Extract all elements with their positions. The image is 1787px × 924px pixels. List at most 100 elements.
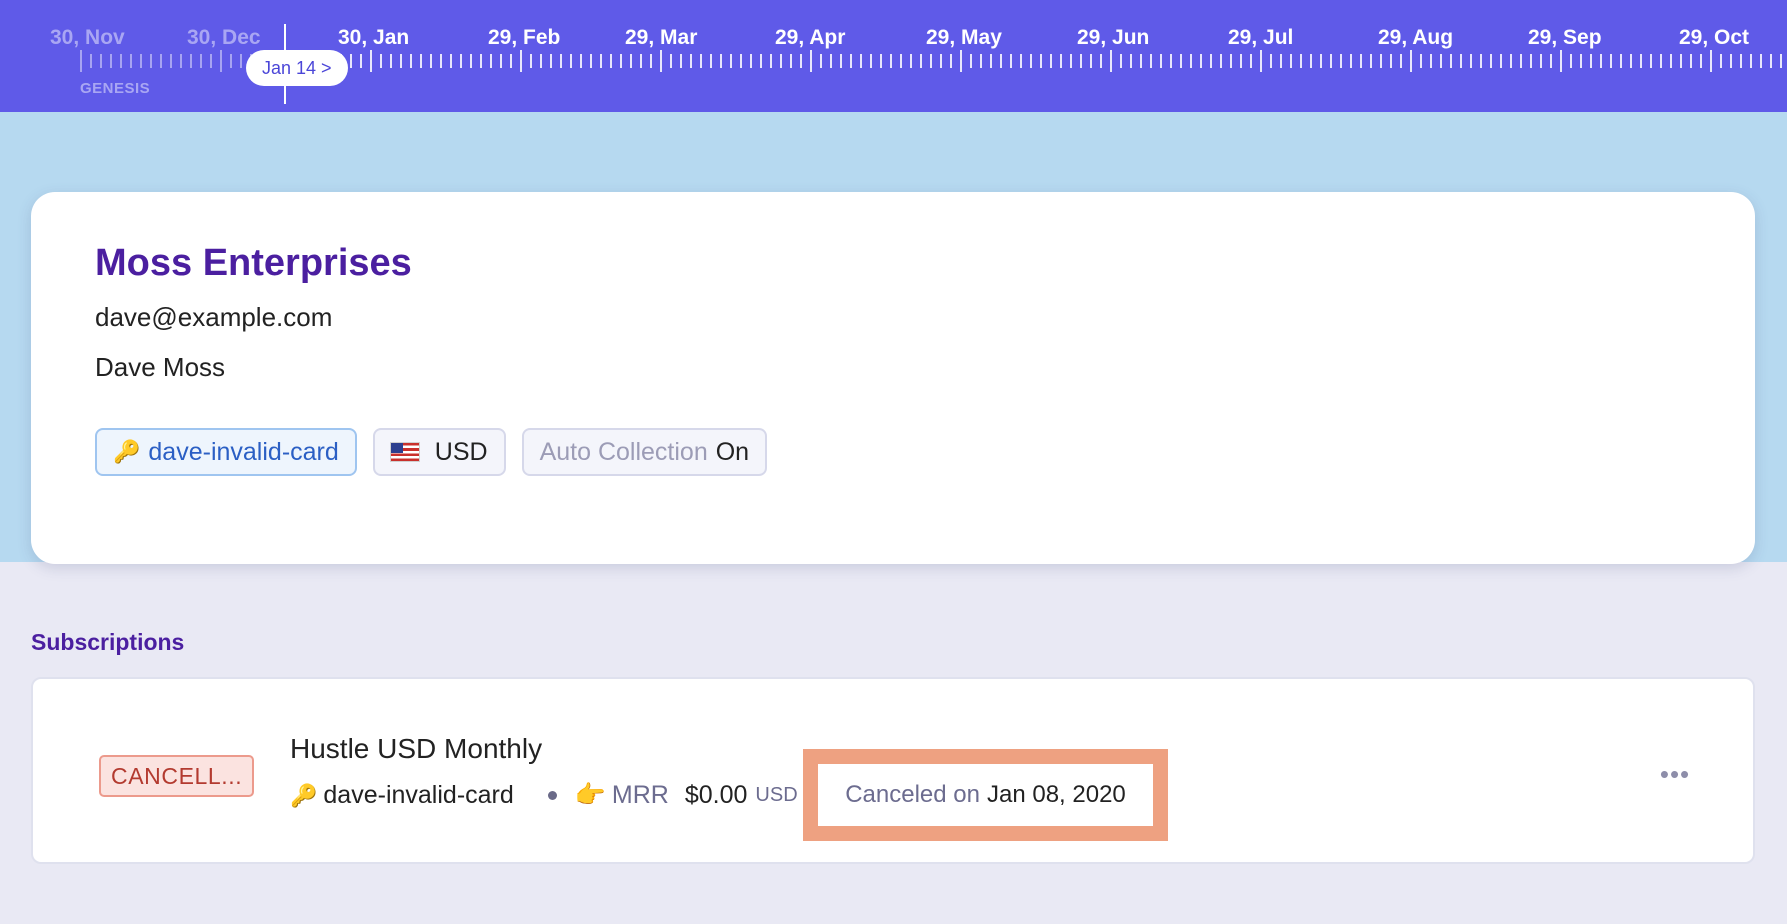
timeline-label: 29, Apr [775, 26, 846, 49]
timeline-label: 29, Sep [1528, 26, 1602, 49]
timeline-tick [1030, 54, 1032, 68]
timeline-tick [420, 54, 422, 68]
timeline-tick [1350, 54, 1352, 68]
timeline-tick [410, 54, 412, 68]
timeline-tick [150, 54, 152, 68]
timeline-tick [1740, 54, 1742, 68]
timeline-tick [700, 54, 702, 68]
timeline-tick [1340, 54, 1342, 68]
timeline-tick [1460, 54, 1462, 68]
timeline-tick [1170, 54, 1172, 68]
timeline-tick [1260, 50, 1262, 72]
timeline-tick [940, 54, 942, 68]
timeline-label: 29, Feb [488, 26, 561, 49]
timeline-tick [1590, 54, 1592, 68]
customer-key-badge[interactable]: 🔑 dave-invalid-card [95, 428, 357, 476]
timeline-tick [650, 54, 652, 68]
status-badge: CANCELL... [99, 755, 255, 797]
timeline-tick [1390, 54, 1392, 68]
timeline-tick [1190, 54, 1192, 68]
auto-collection-value: On [715, 437, 750, 466]
timeline-tick [1430, 54, 1432, 68]
subscriptions-heading: Subscriptions [31, 629, 185, 655]
timeline-tick [1470, 54, 1472, 68]
timeline-tick [820, 54, 822, 68]
timeline-tick [90, 54, 92, 68]
timeline-tick [640, 54, 642, 68]
timeline-tick [1000, 54, 1002, 68]
key-icon: 🔑 [290, 782, 318, 808]
timeline-tick [1240, 54, 1242, 68]
timeline-tick [830, 54, 832, 68]
current-date-pill[interactable]: Jan 14 > [246, 50, 348, 86]
timeline-tick [450, 54, 452, 68]
timeline-tick [880, 54, 882, 68]
timeline-tick [400, 54, 402, 68]
timeline-tick [1180, 54, 1182, 68]
timeline-tick [120, 54, 122, 68]
timeline-tick [1120, 54, 1122, 68]
timeline-tick [800, 54, 802, 68]
timeline-tick [240, 54, 242, 68]
timeline-tick [970, 54, 972, 68]
timeline-tick [1270, 54, 1272, 68]
timeline-tick [910, 54, 912, 68]
timeline-tick [220, 50, 222, 72]
timeline-tick [590, 54, 592, 68]
timeline-tick [1090, 54, 1092, 68]
timeline-tick [1080, 54, 1082, 68]
timeline-tick [580, 54, 582, 68]
us-flag-icon [390, 443, 419, 461]
timeline-tick [190, 54, 192, 68]
timeline-tick [1330, 54, 1332, 68]
customer-email: dave@example.com [95, 302, 333, 332]
currency-label: USD [434, 437, 488, 466]
timeline-label: 29, Oct [1679, 26, 1750, 49]
more-options-button[interactable]: ••• [1653, 759, 1697, 789]
timeline-tick [1310, 54, 1312, 68]
timeline-tick [1140, 54, 1142, 68]
customer-name: Moss Enterprises [95, 242, 412, 284]
timeline-tick [750, 54, 752, 68]
timeline-tick [130, 54, 132, 68]
timeline-tick [1300, 54, 1302, 68]
plan-name[interactable]: Hustle USD Monthly [290, 733, 542, 765]
timeline-tick [1020, 54, 1022, 68]
timeline-tick [990, 54, 992, 68]
timeline-tick [1360, 54, 1362, 68]
timeline-tick [530, 54, 532, 68]
timeline-tick [1500, 54, 1502, 68]
timeline-tick [1600, 54, 1602, 68]
timeline-tick [1770, 54, 1772, 68]
customer-contact-name: Dave Moss [95, 352, 226, 382]
timeline-tick [1060, 54, 1062, 68]
timeline-tick [1650, 54, 1652, 68]
timeline-tick [1040, 54, 1042, 68]
timeline-tick [490, 54, 492, 68]
timeline-tick [1530, 54, 1532, 68]
timeline-tick [840, 54, 842, 68]
timeline-tick [1320, 54, 1322, 68]
timeline-tick [730, 54, 732, 68]
timeline-tick [210, 54, 212, 68]
more-horizontal-icon: ••• [1659, 758, 1691, 789]
timeline-tick [1400, 54, 1402, 68]
mrr-currency: USD [755, 784, 798, 806]
timeline-tick [460, 54, 462, 68]
timeline-tick [1730, 54, 1732, 68]
timeline-scrubber[interactable]: 30, Nov 30, Dec 30, Jan 29, Feb 29, Mar … [0, 0, 1787, 112]
timeline-tick [550, 54, 552, 68]
pointing-hand-icon: 👉 [574, 781, 606, 809]
timeline-tick [560, 54, 562, 68]
timeline-tick [1630, 54, 1632, 68]
auto-collection-badge: Auto Collection On [521, 428, 768, 476]
timeline-tick [1290, 54, 1292, 68]
timeline-tick [720, 54, 722, 68]
subscription-row[interactable]: CANCELL... Hustle USD Monthly 🔑 dave-inv… [31, 677, 1755, 864]
timeline-tick [110, 54, 112, 68]
timeline-tick [100, 54, 102, 68]
timeline-tick [1610, 54, 1612, 68]
timeline-tick [1690, 54, 1692, 68]
timeline-tick [1250, 54, 1252, 68]
timeline-tick [790, 54, 792, 68]
